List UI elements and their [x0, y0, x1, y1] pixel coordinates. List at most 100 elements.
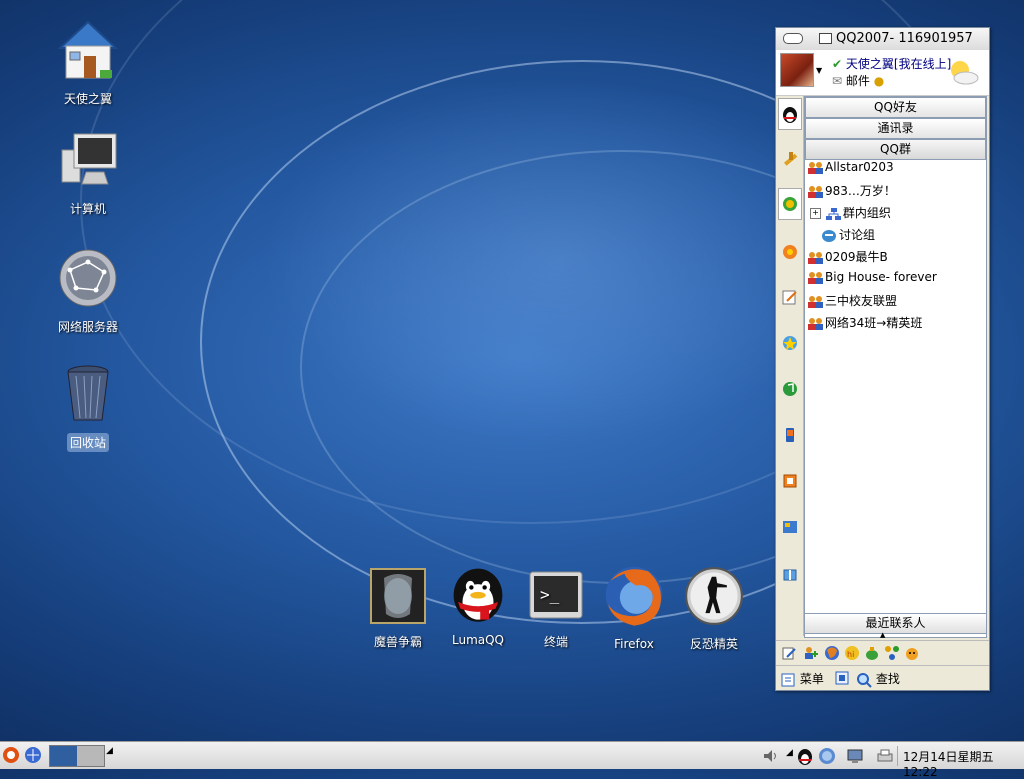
qq-sidebar — [776, 96, 804, 636]
tree-item-discussion[interactable]: 讨论组 — [821, 226, 875, 246]
tree-item-org[interactable]: + 群内组织 — [810, 204, 891, 224]
pet-icon[interactable] — [904, 645, 920, 661]
volume-icon[interactable] — [762, 747, 780, 765]
share-icon[interactable] — [884, 645, 900, 661]
list-item[interactable]: 三中校友联盟 — [807, 292, 897, 312]
qq-window: QQ2007- 116901957 ▼ ✔ 天使之翼[我在线上] ✉ 邮件 ● — [775, 27, 990, 691]
qq-bottom-bar: 菜单 查找 — [776, 665, 989, 690]
list-item[interactable]: Big House- forever — [807, 270, 937, 290]
qq-user-panel: ▼ ✔ 天使之翼[我在线上] ✉ 邮件 ● — [776, 50, 989, 96]
tab-contacts[interactable]: 通讯录 — [805, 118, 986, 139]
mobile-icon[interactable] — [781, 426, 799, 444]
add-friend-icon[interactable] — [803, 645, 819, 661]
notepad-icon[interactable] — [781, 288, 799, 306]
sidebar-tab-groups[interactable] — [778, 188, 802, 220]
browser-icon[interactable] — [824, 645, 840, 661]
settings-panel-icon[interactable] — [834, 670, 850, 686]
flower-icon[interactable] — [781, 243, 799, 261]
terminal-icon: >_ — [529, 571, 583, 619]
qq-penguin-small-icon — [783, 107, 797, 123]
dock-item-counter-strike[interactable]: 反恐精英 — [674, 566, 754, 652]
hammer-icon[interactable] — [781, 150, 799, 168]
group-name: 网络34班→精英班 — [825, 316, 923, 330]
group-name: 讨论组 — [839, 228, 876, 242]
avatar[interactable] — [780, 53, 814, 87]
mail-label: 邮件 — [845, 74, 870, 88]
group-people-icon — [808, 161, 823, 174]
status-dropdown-icon[interactable]: ▼ — [816, 66, 822, 75]
list-item[interactable]: 0209最牛B — [807, 248, 888, 268]
collapse-arrow-icon[interactable]: ▲ — [880, 631, 885, 639]
workspace-1[interactable] — [50, 746, 77, 766]
hi-icon[interactable]: hi — [844, 645, 860, 661]
search-icon — [857, 672, 872, 688]
group-name: 0209最牛B — [825, 250, 888, 264]
coin-bag-icon[interactable]: ● — [874, 74, 884, 88]
svg-text:>_: >_ — [540, 585, 560, 604]
dock-item-label: LumaQQ — [451, 633, 504, 647]
user-nickname[interactable]: ✔ 天使之翼[我在线上] — [832, 55, 951, 72]
group-people-icon — [808, 295, 823, 308]
workspace-switcher[interactable] — [49, 745, 105, 767]
dock-item-warcraft[interactable]: 魔兽争霸 — [358, 568, 438, 650]
tray-arrow-icon[interactable]: ◢ — [786, 748, 793, 758]
mail-link[interactable]: ✉ 邮件 ● — [832, 72, 884, 89]
group-people-icon — [808, 317, 823, 330]
tab-qq-friends[interactable]: QQ好友 — [805, 97, 986, 118]
computer-icon — [61, 133, 117, 185]
taskbar-arrow-icon[interactable]: ◢ — [106, 746, 113, 756]
menu-button[interactable]: 菜单 — [780, 670, 824, 688]
expand-icon[interactable]: + — [810, 208, 821, 219]
counter-strike-icon — [685, 567, 743, 625]
display-icon[interactable] — [846, 747, 864, 765]
music-icon[interactable] — [781, 380, 799, 398]
money-bag-icon[interactable] — [864, 645, 880, 661]
group-name: Allstar0203 — [825, 160, 894, 174]
sidebar-tab-qq[interactable] — [778, 98, 802, 130]
book-icon[interactable] — [781, 472, 799, 490]
desktop-icon-label: 网络服务器 — [57, 320, 118, 334]
qq-tray-icon[interactable] — [796, 747, 814, 765]
tab-recent-contacts[interactable]: 最近联系人 — [804, 613, 987, 634]
taskbar: ◢ ◢ 12月14日星期五 12:22 — [0, 741, 1024, 779]
desktop-icon-network[interactable]: 网络服务器 — [38, 246, 138, 336]
dock-item-label: 反恐精英 — [689, 637, 738, 651]
network-status-icon[interactable] — [818, 747, 836, 765]
clock[interactable]: 12月14日星期五 12:22 — [903, 748, 1024, 779]
desktop-icon-home[interactable]: 天使之翼 — [38, 18, 138, 108]
svg-text:hi: hi — [847, 650, 854, 659]
find-label: 查找 — [875, 672, 900, 686]
dock-item-terminal[interactable]: >_ 终端 — [516, 568, 596, 650]
tab-qq-groups[interactable]: QQ群 — [805, 139, 986, 160]
dock-item-lumaqq[interactable]: LumaQQ — [438, 562, 518, 647]
list-item[interactable]: Allstar0203 — [807, 160, 894, 180]
gift-icon[interactable] — [781, 564, 799, 582]
weather-sun-icon[interactable] — [940, 56, 980, 86]
qq-titlebar[interactable]: QQ2007- 116901957 — [776, 28, 989, 51]
list-item[interactable]: 网络34班→精英班 — [807, 314, 922, 334]
warcraft-icon — [370, 568, 426, 624]
browser-launcher-icon[interactable] — [24, 746, 42, 764]
network-globe-icon — [59, 249, 117, 307]
star-icon[interactable] — [781, 334, 799, 352]
dock-item-firefox[interactable]: Firefox — [594, 562, 674, 651]
desktop-icon-label: 回收站 — [66, 433, 109, 452]
dock-item-label: 终端 — [543, 635, 568, 649]
list-item[interactable]: 983…万岁！ — [807, 182, 896, 202]
desktop-icon-label: 天使之翼 — [63, 92, 112, 106]
group-people-icon — [808, 185, 823, 198]
photo-icon[interactable] — [781, 518, 799, 536]
printer-icon[interactable] — [876, 747, 894, 765]
qq-window-title: QQ2007- 116901957 — [836, 31, 973, 46]
org-tree-icon — [825, 207, 841, 220]
window-menu-button[interactable] — [783, 33, 803, 44]
find-button[interactable]: 查找 — [856, 670, 900, 688]
group-people-icon — [808, 251, 823, 264]
group-name: Big House- forever — [825, 270, 937, 284]
edit-icon[interactable] — [781, 645, 797, 661]
qq-toolbar: hi — [776, 640, 989, 665]
workspace-2[interactable] — [77, 746, 104, 766]
desktop-icon-trash[interactable]: 回收站 — [38, 362, 138, 452]
system-menu-icon[interactable] — [2, 746, 20, 764]
desktop-icon-computer[interactable]: 计算机 — [38, 128, 138, 218]
